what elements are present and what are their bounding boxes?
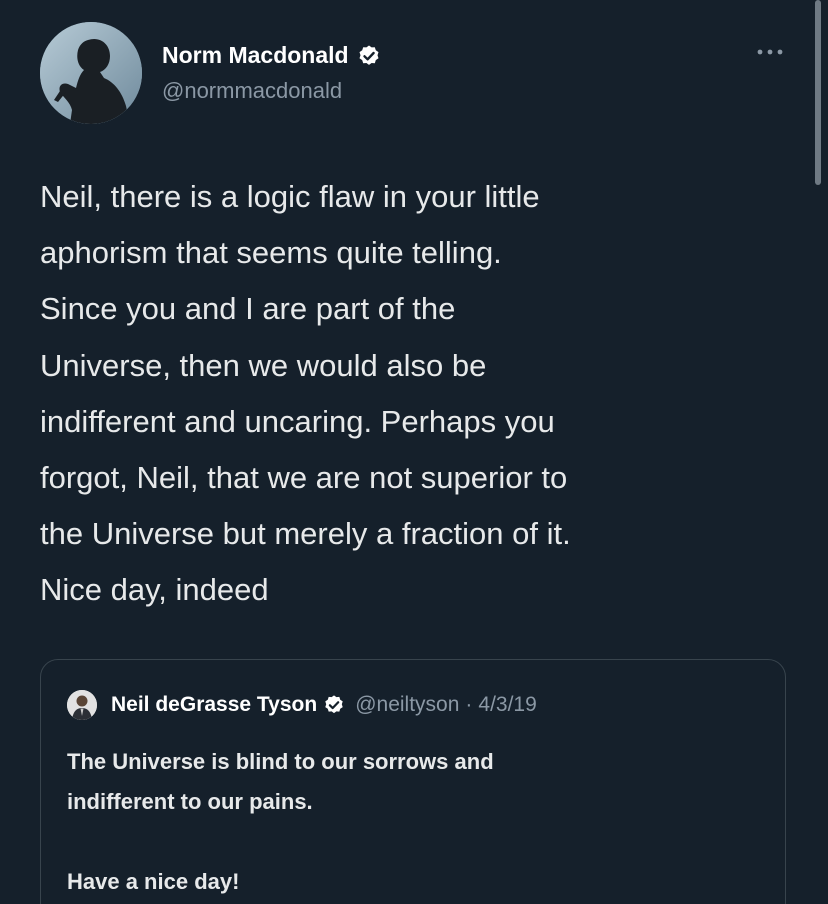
quoted-tweet-text: The Universe is blind to our sorrows and… <box>67 749 494 894</box>
author-avatar[interactable] <box>40 22 142 124</box>
tweet-text: Neil, there is a logic flaw in your litt… <box>40 179 571 608</box>
verified-badge-icon <box>359 45 379 65</box>
quoted-tweet-date[interactable]: 4/3/19 <box>478 693 536 717</box>
quoted-tweet-header: Neil deGrasse Tyson @neiltyson · 4/3/19 <box>67 690 537 720</box>
tweet-card: Norm Macdonald @normmacdonald Neil, ther… <box>0 0 828 904</box>
avatar-silhouette-icon <box>40 22 142 124</box>
quoted-author-avatar[interactable] <box>67 690 97 720</box>
quoted-author-handle[interactable]: @neiltyson <box>355 693 459 717</box>
more-horizontal-icon <box>757 49 783 55</box>
scrollbar[interactable] <box>808 0 828 904</box>
person-avatar-icon <box>67 690 97 720</box>
quoted-tweet[interactable]: Neil deGrasse Tyson @neiltyson · 4/3/19 … <box>40 659 786 904</box>
author-name-text[interactable]: Norm Macdonald <box>162 42 349 69</box>
verified-badge-icon <box>325 695 343 714</box>
author-handle[interactable]: @normmacdonald <box>162 78 342 104</box>
quoted-author-name[interactable]: Neil deGrasse Tyson <box>111 693 317 717</box>
author-name[interactable]: Norm Macdonald <box>162 42 381 69</box>
more-options-button[interactable] <box>752 40 788 64</box>
scrollbar-thumb[interactable] <box>815 0 821 185</box>
separator-dot: · <box>465 693 473 716</box>
